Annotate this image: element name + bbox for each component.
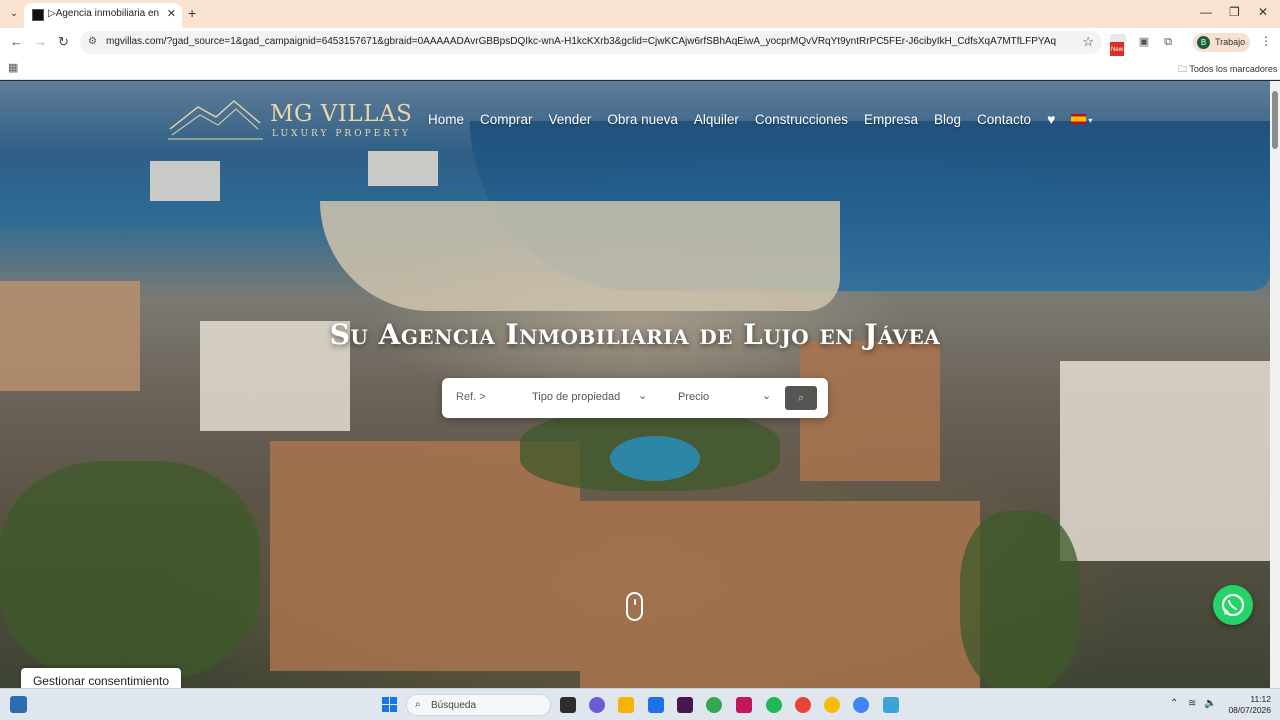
outlook-icon[interactable] [648, 697, 664, 713]
start-windows-icon[interactable] [382, 697, 398, 713]
hero-section: MG VILLAS LUXURY PROPERTY Home Comprar V… [0, 81, 1270, 688]
bookmark-star-icon[interactable]: ☆ [1082, 34, 1094, 50]
all-bookmarks-label: Todos los marcadores [1189, 64, 1278, 74]
browser-tab-bar: ⌄ ▷Agencia inmobiliaria en Jávea ✕ + — ❐… [0, 0, 1280, 28]
nav-obra-nueva[interactable]: Obra nueva [607, 112, 678, 127]
tab-title: ▷Agencia inmobiliaria en Jávea [48, 8, 160, 19]
hero-title: Su Agencia Inmobiliaria de Lujo en Jávea [329, 318, 941, 351]
task-view-icon[interactable] [560, 697, 576, 713]
profile-avatar: B [1197, 36, 1210, 49]
windows-taskbar: ⌕ Búsqueda ⌃ ≋ 🔈 11:12 08/07/2026 [0, 688, 1280, 720]
reload-icon[interactable]: ↻ [58, 34, 69, 50]
chevron-up-icon[interactable]: ⌃ [1170, 698, 1178, 709]
spotify-icon[interactable] [766, 697, 782, 713]
favorites-heart-icon[interactable]: ♥ [1047, 111, 1055, 127]
back-icon[interactable]: ← [10, 34, 23, 49]
hero-garden [0, 461, 260, 681]
search-button[interactable]: ⌕ [785, 386, 817, 410]
slack-icon[interactable] [677, 697, 693, 713]
clock-date: 08/07/2026 [1228, 705, 1271, 715]
window-close-icon[interactable]: ✕ [1258, 5, 1268, 19]
new-tab-icon[interactable]: + [188, 5, 196, 21]
chrome-icon[interactable] [795, 697, 811, 713]
extension-icon[interactable]: ▣ [1136, 34, 1152, 50]
site-info-icon[interactable]: ⚙ [88, 36, 97, 47]
nav-empresa[interactable]: Empresa [864, 112, 918, 127]
browser-menu-icon[interactable]: ⋮ [1260, 34, 1272, 48]
nav-vender[interactable]: Vender [549, 112, 592, 127]
widgets-icon[interactable] [10, 696, 27, 713]
scroll-wheel-dot [634, 599, 636, 605]
scroll-down-mouse-icon[interactable] [626, 592, 643, 621]
apps-grid-icon[interactable]: ▦ [8, 61, 18, 74]
scrollbar-thumb[interactable] [1272, 91, 1278, 149]
volume-icon[interactable]: 🔈 [1204, 698, 1216, 709]
language-selector[interactable]: ▾ [1071, 110, 1092, 128]
nav-construcciones[interactable]: Construcciones [755, 112, 848, 127]
whatsapp-button[interactable] [1213, 585, 1253, 625]
logo-name[interactable]: MG VILLAS [270, 101, 412, 127]
chevron-down-icon[interactable]: ⌄ [762, 389, 771, 402]
taskbar-search[interactable]: ⌕ Búsqueda [406, 694, 551, 716]
main-nav: Home Comprar Vender Obra nueva Alquiler … [428, 110, 1092, 128]
hero-building [1060, 361, 1270, 561]
forward-icon[interactable]: → [34, 34, 47, 49]
caret-down-icon: ▾ [1088, 116, 1093, 125]
consent-button[interactable]: Gestionar consentimiento [21, 668, 181, 688]
minimize-icon[interactable]: — [1200, 5, 1212, 19]
nav-alquiler[interactable]: Alquiler [694, 112, 739, 127]
logo-tagline: LUXURY PROPERTY [272, 129, 411, 139]
nav-contacto[interactable]: Contacto [977, 112, 1031, 127]
nav-home[interactable]: Home [428, 112, 464, 127]
property-type-select[interactable]: Tipo de propiedad [532, 391, 620, 403]
whatsapp-icon [1221, 593, 1245, 617]
chrome-icon[interactable] [853, 697, 869, 713]
ref-input[interactable]: Ref. > [456, 391, 486, 403]
search-icon: ⌕ [415, 699, 421, 710]
hero-building [368, 151, 438, 186]
property-search-bar: Ref. > Tipo de propiedad ⌄ Precio ⌄ ⌕ [442, 378, 828, 418]
file-explorer-icon[interactable] [618, 697, 634, 713]
profile-button[interactable]: B Trabajo [1193, 33, 1250, 52]
chrome-icon[interactable] [706, 697, 722, 713]
system-clock[interactable]: 11:12 08/07/2026 [1225, 694, 1271, 716]
browser-toolbar: ← → ↻ ⚙ mgvillas.com/?gad_source=1&gad_c… [0, 28, 1280, 58]
price-select[interactable]: Precio [678, 391, 709, 403]
browser-tab[interactable]: ▷Agencia inmobiliaria en Jávea ✕ [24, 3, 182, 28]
hero-beach-backdrop [320, 201, 840, 311]
chat-icon[interactable] [589, 697, 605, 713]
address-bar[interactable]: ⚙ mgvillas.com/?gad_source=1&gad_campaig… [80, 31, 1102, 54]
extension-new-icon[interactable]: New [1110, 34, 1126, 58]
page-scrollbar[interactable] [1270, 81, 1280, 688]
nav-blog[interactable]: Blog [934, 112, 961, 127]
hero-garden [960, 511, 1080, 688]
tab-close-icon[interactable]: ✕ [167, 7, 176, 20]
tab-search-icon[interactable]: ⌄ [6, 6, 22, 22]
mg-villas-logo-icon[interactable] [168, 95, 263, 141]
all-bookmarks-folder[interactable]: 🗀 Todos los marcadores [1178, 62, 1277, 78]
url-text[interactable]: mgvillas.com/?gad_source=1&gad_campaigni… [106, 36, 1056, 47]
spain-flag-icon [1071, 113, 1087, 124]
bookmarks-bar: ▦ 🗀 Todos los marcadores [0, 56, 1280, 80]
nav-comprar[interactable]: Comprar [480, 112, 533, 127]
extensions-puzzle-icon[interactable]: ⧉ [1160, 34, 1176, 50]
search-icon: ⌕ [797, 392, 805, 404]
wifi-icon[interactable]: ≋ [1188, 698, 1196, 709]
profile-label: Trabajo [1215, 37, 1246, 47]
app-icon[interactable] [736, 697, 752, 713]
folder-icon: 🗀 [1178, 64, 1188, 74]
hero-building [270, 441, 580, 671]
chrome-icon[interactable] [824, 697, 840, 713]
chevron-down-icon[interactable]: ⌄ [638, 389, 647, 402]
site-favicon-icon [32, 9, 44, 21]
notepad-icon[interactable] [883, 697, 899, 713]
taskbar-search-label: Búsqueda [431, 700, 477, 711]
restore-icon[interactable]: ❐ [1229, 5, 1240, 19]
hero-pool [610, 436, 700, 481]
hero-building [150, 161, 220, 201]
clock-time: 11:12 [1250, 694, 1271, 704]
